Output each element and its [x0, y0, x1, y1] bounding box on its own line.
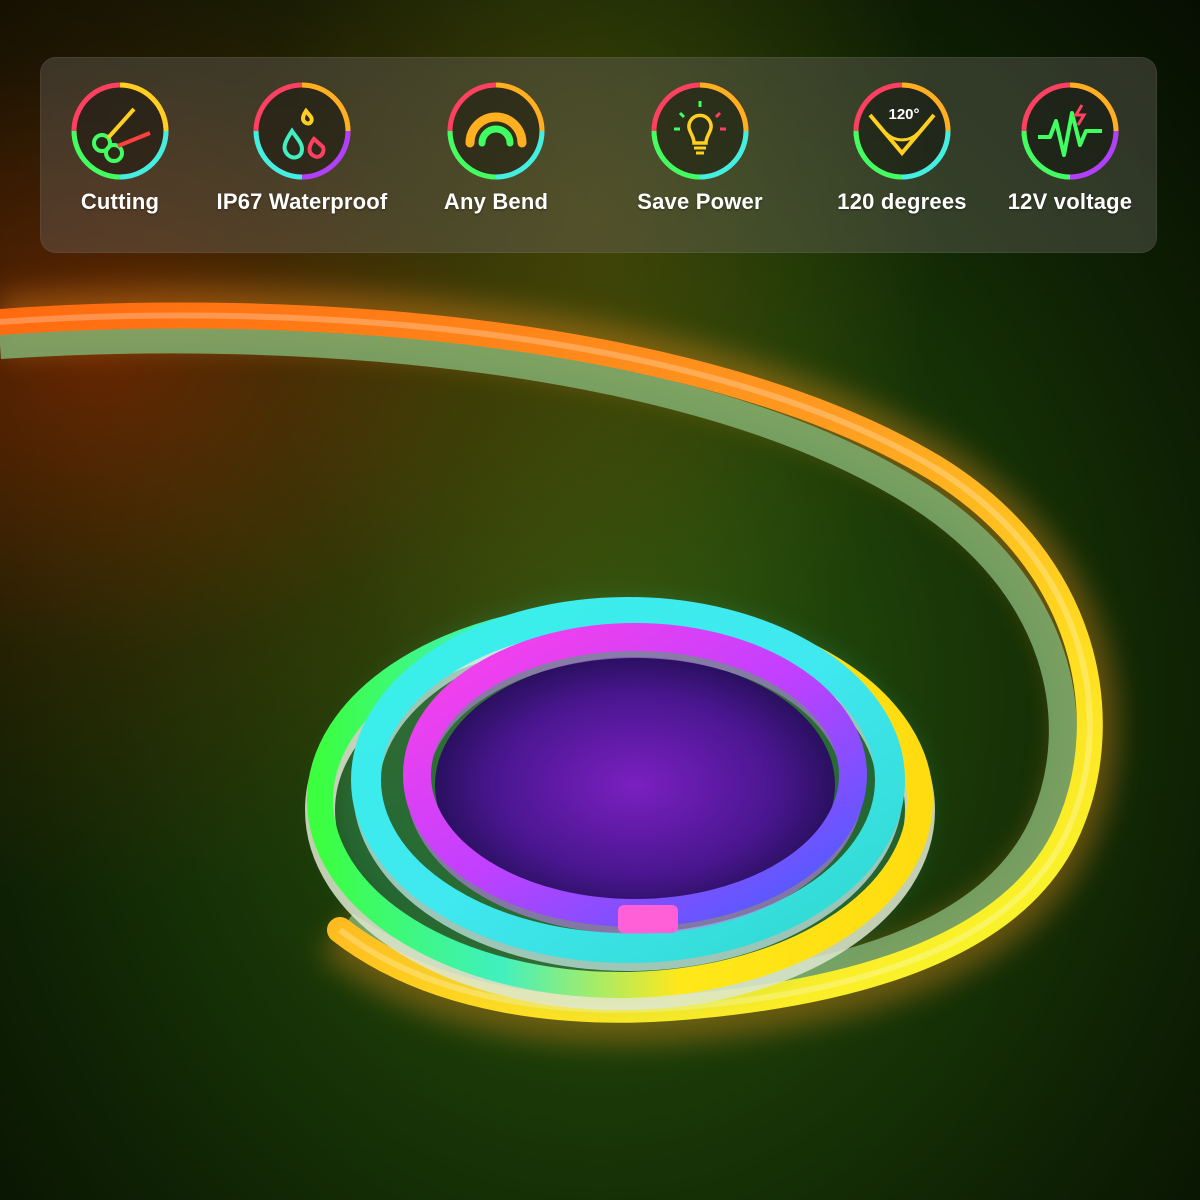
scissors-icon	[71, 82, 169, 180]
angle-120-icon: 120°	[853, 82, 951, 180]
feature-waterproof-label: IP67 Waterproof	[216, 189, 388, 214]
feature-cutting-icon-ring	[70, 81, 170, 181]
feature-save-power: Save Power	[600, 81, 800, 231]
feature-cutting: Cutting	[20, 81, 220, 231]
feature-12v-voltage-label: 12V voltage	[1007, 189, 1133, 214]
feature-waterproof: IP67 Waterproof	[202, 81, 402, 231]
feature-12v-voltage: 12V voltage	[970, 81, 1170, 231]
feature-any-bend-label: Any Bend	[443, 189, 549, 214]
feature-save-power-icon-ring	[650, 81, 750, 181]
water-drops-icon	[253, 82, 351, 180]
strip-end	[618, 905, 678, 933]
feature-save-power-label: Save Power	[637, 189, 763, 214]
voltage-wave-icon	[1021, 82, 1119, 180]
feature-waterproof-icon-ring	[252, 81, 352, 181]
feature-120-degrees-label: 120 degrees	[837, 189, 967, 214]
angle-120-icon-text: 120°	[888, 106, 919, 123]
bend-arc-icon	[447, 82, 545, 180]
feature-any-bend: Any Bend	[396, 81, 596, 231]
feature-120-degrees-icon-ring: 120°	[852, 81, 952, 181]
feature-any-bend-icon-ring	[446, 81, 546, 181]
feature-12v-voltage-icon-ring	[1020, 81, 1120, 181]
feature-bar: Cutting IP67 Waterproof Any Bend Save Po…	[40, 57, 1157, 253]
feature-cutting-label: Cutting	[80, 189, 160, 214]
lightbulb-icon	[651, 82, 749, 180]
